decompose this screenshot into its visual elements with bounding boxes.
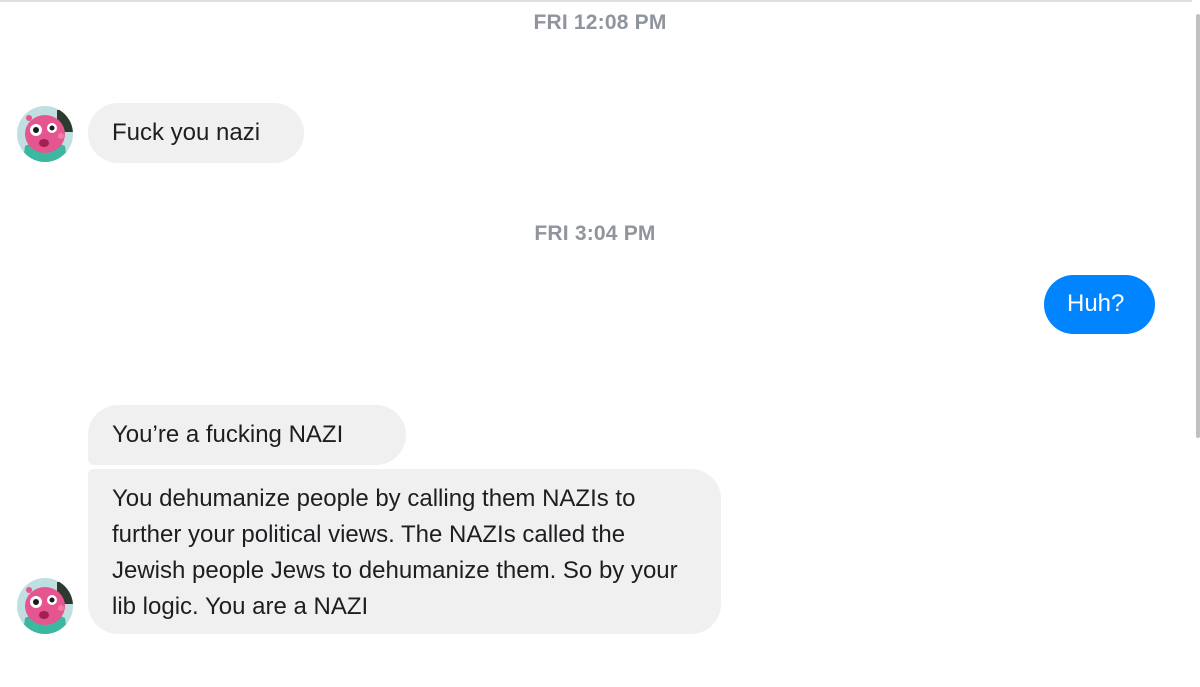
contact-avatar[interactable]	[17, 106, 73, 162]
cartoon-avatar-icon	[17, 106, 73, 162]
contact-avatar[interactable]	[17, 578, 73, 634]
message-bubble-incoming[interactable]: Fuck you nazi	[88, 103, 304, 163]
message-text: You’re a fucking NAZI	[112, 421, 344, 448]
message-bubble-outgoing[interactable]: Huh?	[1044, 275, 1155, 334]
scrollbar-thumb[interactable]	[1196, 14, 1200, 438]
message-text: You dehumanize people by calling them NA…	[112, 485, 678, 620]
message-bubble-incoming[interactable]: You’re a fucking NAZI	[88, 405, 406, 465]
message-bubble-incoming[interactable]: You dehumanize people by calling them NA…	[88, 469, 721, 634]
timestamp: FRI 3:04 PM	[534, 222, 656, 245]
cartoon-avatar-icon	[17, 578, 73, 634]
header-divider	[0, 0, 1200, 2]
timestamp: FRI 12:08 PM	[533, 11, 667, 34]
message-text: Huh?	[1067, 290, 1125, 317]
message-text: Fuck you nazi	[112, 119, 261, 146]
